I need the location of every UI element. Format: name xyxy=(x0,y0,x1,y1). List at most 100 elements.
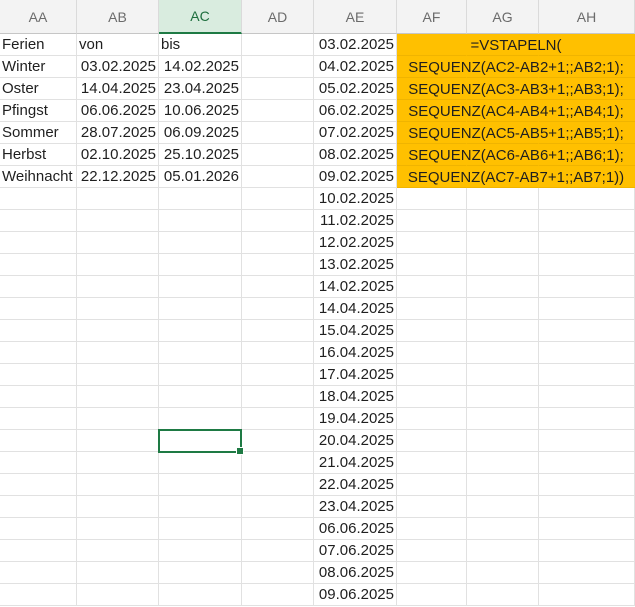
cell-ah21[interactable] xyxy=(539,474,635,496)
cell-ah24[interactable] xyxy=(539,540,635,562)
cell-ab5[interactable]: 28.07.2025 xyxy=(77,122,159,144)
cell-ag20[interactable] xyxy=(467,452,539,474)
cell-aa6[interactable]: Herbst xyxy=(0,144,77,166)
cell-ac16[interactable] xyxy=(159,364,242,386)
cell-ae10[interactable]: 12.02.2025 xyxy=(314,232,397,254)
cell-ab13[interactable] xyxy=(77,298,159,320)
cell-ab24[interactable] xyxy=(77,540,159,562)
cell-ac22[interactable] xyxy=(159,496,242,518)
cell-ae24[interactable]: 07.06.2025 xyxy=(314,540,397,562)
cell-aa14[interactable] xyxy=(0,320,77,342)
cell-ah19[interactable] xyxy=(539,430,635,452)
cell-ac19[interactable] xyxy=(159,430,242,452)
cell-af24[interactable] xyxy=(397,540,467,562)
cell-ae7[interactable]: 09.02.2025 xyxy=(314,166,397,188)
cell-ac23[interactable] xyxy=(159,518,242,540)
cell-ah16[interactable] xyxy=(539,364,635,386)
cell-ac10[interactable] xyxy=(159,232,242,254)
cell-ab8[interactable] xyxy=(77,188,159,210)
cell-ab18[interactable] xyxy=(77,408,159,430)
cell-ab23[interactable] xyxy=(77,518,159,540)
cell-ae22[interactable]: 23.04.2025 xyxy=(314,496,397,518)
cell-ah12[interactable] xyxy=(539,276,635,298)
column-header-ad[interactable]: AD xyxy=(242,0,314,34)
cell-ad20[interactable] xyxy=(242,452,314,474)
cell-ab4[interactable]: 06.06.2025 xyxy=(77,100,159,122)
cell-aa26[interactable] xyxy=(0,584,77,606)
cell-aa7[interactable]: Weihnacht xyxy=(0,166,77,188)
cell-aa9[interactable] xyxy=(0,210,77,232)
cell-ah18[interactable] xyxy=(539,408,635,430)
cell-ad18[interactable] xyxy=(242,408,314,430)
cell-ah26[interactable] xyxy=(539,584,635,606)
cell-ag15[interactable] xyxy=(467,342,539,364)
column-header-aa[interactable]: AA xyxy=(0,0,77,34)
cell-ag19[interactable] xyxy=(467,430,539,452)
cell-af9[interactable] xyxy=(397,210,467,232)
cell-ad8[interactable] xyxy=(242,188,314,210)
cell-ag8[interactable] xyxy=(467,188,539,210)
cell-ad10[interactable] xyxy=(242,232,314,254)
cell-ad14[interactable] xyxy=(242,320,314,342)
cell-aa15[interactable] xyxy=(0,342,77,364)
cell-ae9[interactable]: 11.02.2025 xyxy=(314,210,397,232)
cell-ag21[interactable] xyxy=(467,474,539,496)
cell-af17[interactable] xyxy=(397,386,467,408)
cell-af21[interactable] xyxy=(397,474,467,496)
cell-ag24[interactable] xyxy=(467,540,539,562)
cell-ab3[interactable]: 14.04.2025 xyxy=(77,78,159,100)
cell-ah13[interactable] xyxy=(539,298,635,320)
cell-af16[interactable] xyxy=(397,364,467,386)
cell-ad3[interactable] xyxy=(242,78,314,100)
cell-ac3[interactable]: 23.04.2025 xyxy=(159,78,242,100)
cell-ag22[interactable] xyxy=(467,496,539,518)
cell-af15[interactable] xyxy=(397,342,467,364)
cell-aa1[interactable]: Ferien xyxy=(0,34,77,56)
cell-aa24[interactable] xyxy=(0,540,77,562)
cell-af18[interactable] xyxy=(397,408,467,430)
cell-ab11[interactable] xyxy=(77,254,159,276)
cell-ae1[interactable]: 03.02.2025 xyxy=(314,34,397,56)
cell-af22[interactable] xyxy=(397,496,467,518)
column-header-ac[interactable]: AC xyxy=(159,0,242,34)
cell-aa13[interactable] xyxy=(0,298,77,320)
cell-ab20[interactable] xyxy=(77,452,159,474)
cell-aa5[interactable]: Sommer xyxy=(0,122,77,144)
cell-ab9[interactable] xyxy=(77,210,159,232)
cell-aa17[interactable] xyxy=(0,386,77,408)
cell-ad17[interactable] xyxy=(242,386,314,408)
cell-ac2[interactable]: 14.02.2025 xyxy=(159,56,242,78)
cell-ac18[interactable] xyxy=(159,408,242,430)
cell-ag14[interactable] xyxy=(467,320,539,342)
column-header-af[interactable]: AF xyxy=(397,0,467,34)
cell-ah8[interactable] xyxy=(539,188,635,210)
cell-ac24[interactable] xyxy=(159,540,242,562)
cell-af14[interactable] xyxy=(397,320,467,342)
cell-ac11[interactable] xyxy=(159,254,242,276)
cell-aa4[interactable]: Pfingst xyxy=(0,100,77,122)
cell-ab2[interactable]: 03.02.2025 xyxy=(77,56,159,78)
cell-ad19[interactable] xyxy=(242,430,314,452)
cell-ab26[interactable] xyxy=(77,584,159,606)
cell-ab14[interactable] xyxy=(77,320,159,342)
cell-ah25[interactable] xyxy=(539,562,635,584)
cell-ae15[interactable]: 16.04.2025 xyxy=(314,342,397,364)
cell-ad11[interactable] xyxy=(242,254,314,276)
cell-aa21[interactable] xyxy=(0,474,77,496)
cell-ah14[interactable] xyxy=(539,320,635,342)
cell-ae26[interactable]: 09.06.2025 xyxy=(314,584,397,606)
cell-af11[interactable] xyxy=(397,254,467,276)
cell-aa8[interactable] xyxy=(0,188,77,210)
cell-ah22[interactable] xyxy=(539,496,635,518)
cell-ag12[interactable] xyxy=(467,276,539,298)
cell-ae17[interactable]: 18.04.2025 xyxy=(314,386,397,408)
cell-ac7[interactable]: 05.01.2026 xyxy=(159,166,242,188)
cell-ae8[interactable]: 10.02.2025 xyxy=(314,188,397,210)
cell-ag25[interactable] xyxy=(467,562,539,584)
cell-af20[interactable] xyxy=(397,452,467,474)
cell-ae23[interactable]: 06.06.2025 xyxy=(314,518,397,540)
cell-ag13[interactable] xyxy=(467,298,539,320)
cell-ad6[interactable] xyxy=(242,144,314,166)
cell-ae3[interactable]: 05.02.2025 xyxy=(314,78,397,100)
cell-ac20[interactable] xyxy=(159,452,242,474)
